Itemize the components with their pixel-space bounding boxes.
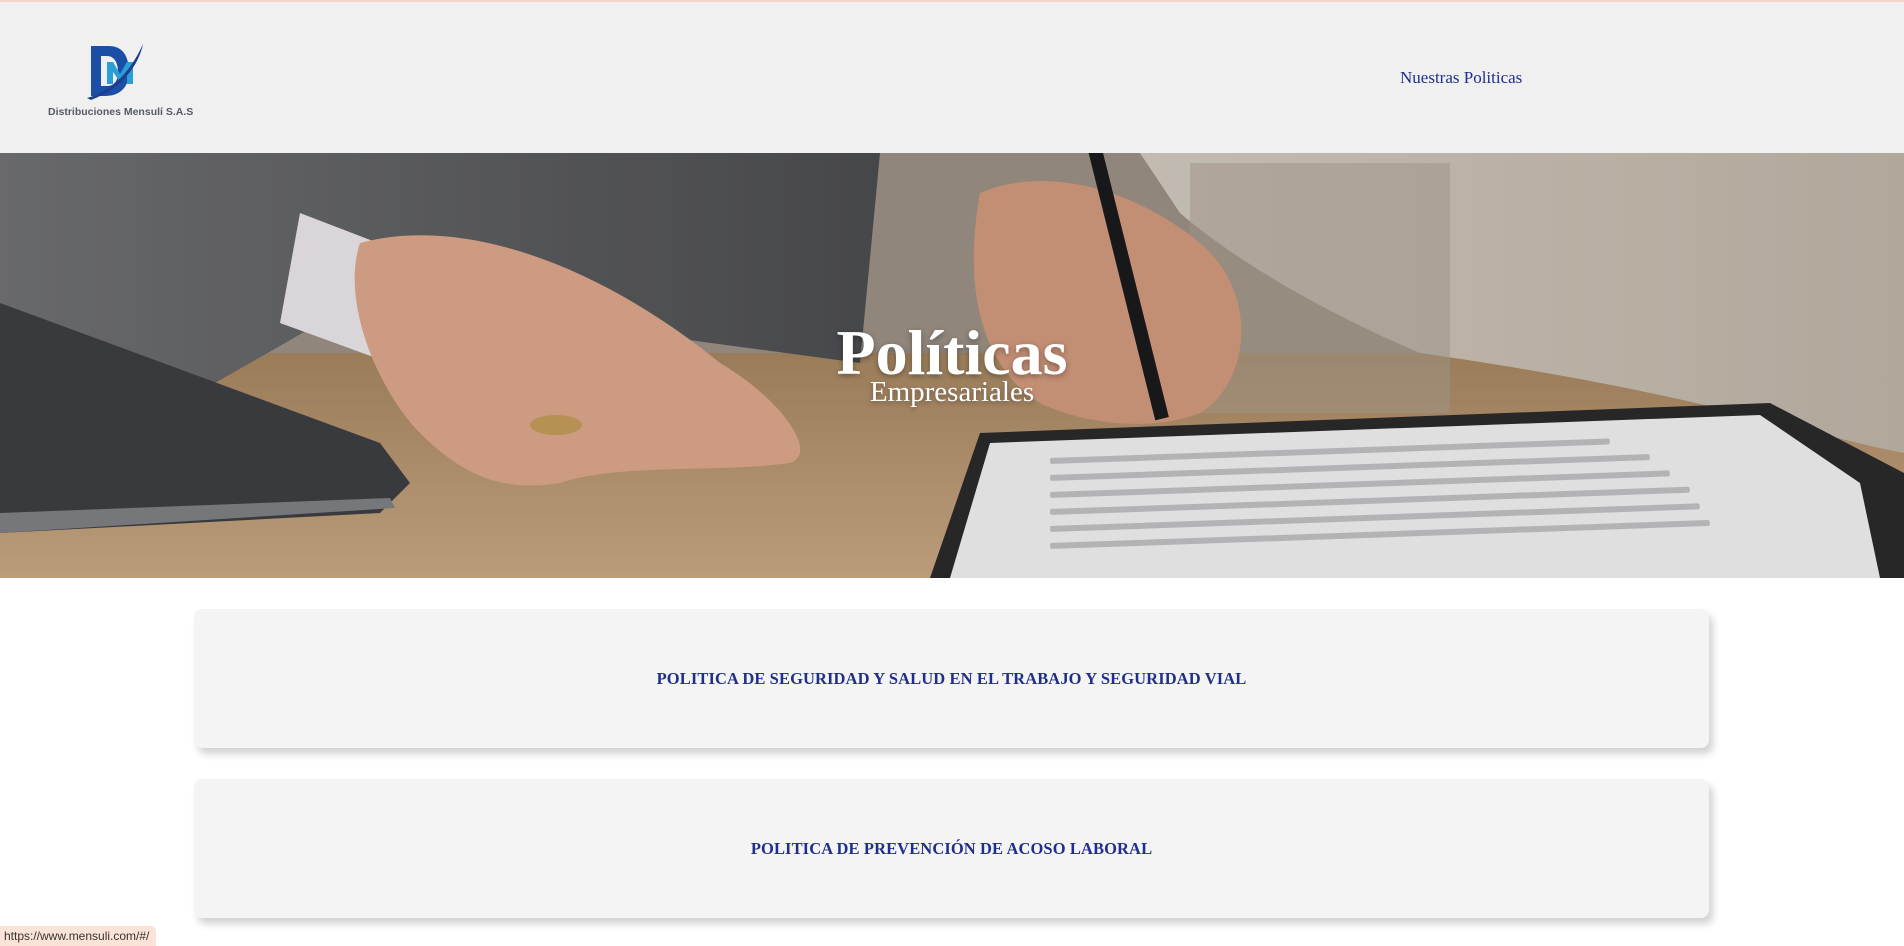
hero-banner: Políticas Empresariales	[0, 153, 1904, 578]
policy-card-seguridad-salud[interactable]: POLITICA DE SEGURIDAD Y SALUD EN EL TRAB…	[194, 609, 1709, 748]
dm-logo-icon	[87, 44, 143, 100]
policy-card-acoso-laboral[interactable]: POLITICA DE PREVENCIÓN DE ACOSO LABORAL	[194, 779, 1709, 918]
site-header: Distribuciones Mensulí S.A.S Nuestras Po…	[0, 2, 1904, 153]
hero-subtitle: Empresariales	[869, 376, 1035, 408]
status-bar-url: https://www.mensuli.com/#/	[0, 926, 157, 946]
policy-card-label: POLITICA DE SEGURIDAD Y SALUD EN EL TRAB…	[656, 668, 1247, 688]
company-name: Distribuciones Mensulí S.A.S	[48, 106, 194, 118]
policy-card-label: POLITICA DE PREVENCIÓN DE ACOSO LABORAL	[750, 838, 1153, 858]
nav-link-nuestras-politicas[interactable]: Nuestras Politicas	[1400, 68, 1522, 88]
company-logo[interactable]: Distribuciones Mensulí S.A.S	[48, 40, 194, 124]
